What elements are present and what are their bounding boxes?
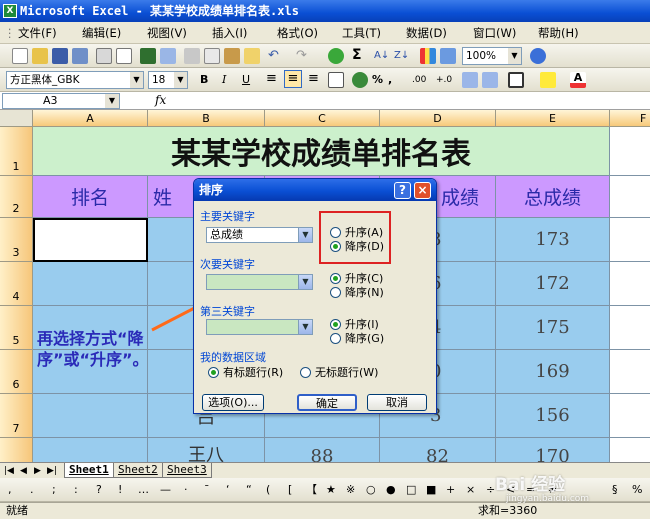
chevron-down-icon: ▼ (298, 275, 312, 289)
has-header-radio[interactable] (208, 367, 219, 378)
third-key-label: 第三关键字 (200, 305, 255, 318)
third-desc-radio[interactable] (330, 333, 341, 344)
highlight-box (319, 211, 391, 264)
no-header-radio[interactable] (300, 367, 311, 378)
secondary-key-label: 次要关键字 (200, 258, 255, 271)
third-desc-label: 降序(G) (345, 332, 385, 345)
secondary-desc-label: 降序(N) (345, 286, 384, 299)
no-header-label: 无标题行(W) (315, 366, 379, 379)
secondary-key-select[interactable]: ▼ (206, 274, 313, 290)
secondary-desc-radio[interactable] (330, 287, 341, 298)
third-key-select[interactable]: ▼ (206, 319, 313, 335)
dialog-title: 排序 (199, 183, 224, 197)
secondary-asc-radio[interactable] (330, 273, 341, 284)
dialog-title-bar: 排序 ? × (194, 179, 436, 201)
third-asc-label: 升序(I) (345, 318, 379, 331)
ok-button[interactable]: 确定 (297, 394, 357, 411)
options-button[interactable]: 选项(O)... (202, 394, 264, 411)
secondary-asc-label: 升序(C) (345, 272, 384, 285)
data-range-label: 我的数据区域 (200, 351, 266, 364)
cancel-button[interactable]: 取消 (367, 394, 427, 411)
sort-dialog: 排序 ? × 主要关键字 总成绩 ▼ 升序(A) 降序(D) 次要关键字 ▼ 升序… (193, 178, 437, 414)
baidu-watermark-logo: Bai 经验 (495, 475, 566, 495)
close-icon[interactable]: × (414, 182, 431, 199)
third-asc-radio[interactable] (330, 319, 341, 330)
chevron-down-icon: ▼ (298, 228, 312, 242)
primary-key-label: 主要关键字 (200, 210, 255, 223)
chevron-down-icon: ▼ (298, 320, 312, 334)
primary-key-select[interactable]: 总成绩 ▼ (206, 227, 313, 243)
baidu-watermark-url: jingyan.baidu.com (506, 494, 590, 504)
has-header-label: 有标题行(R) (223, 366, 284, 379)
help-icon[interactable]: ? (394, 182, 411, 199)
instruction-annotation: 再选择方式“降序”或“升序”。 (37, 329, 149, 369)
